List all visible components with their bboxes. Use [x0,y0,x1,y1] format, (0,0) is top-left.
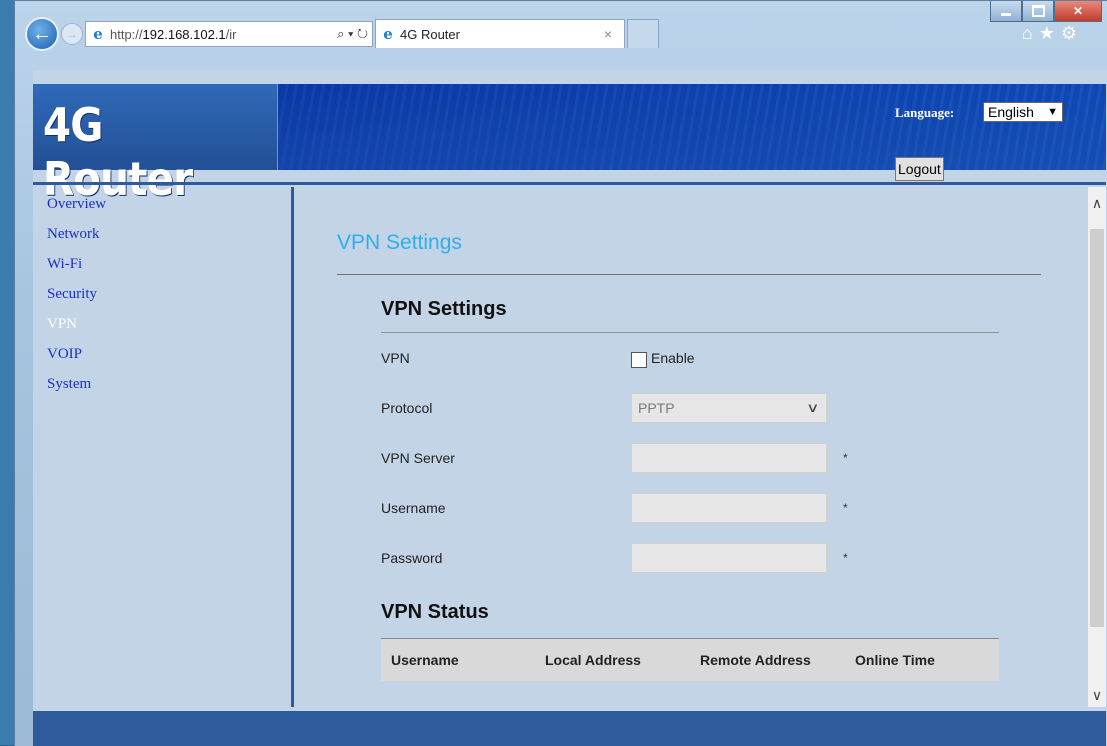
password-input[interactable] [631,543,827,573]
tab-close-icon[interactable]: × [604,26,612,42]
sidebar-item-wifi[interactable]: Wi-Fi [33,249,291,279]
address-tools-icon[interactable]: ⌕ ▾ ↻ [337,26,372,42]
back-arrow-icon: ← [32,22,52,45]
protocol-value: PPTP [638,400,675,416]
sidebar-item-overview[interactable]: Overview [33,189,291,219]
url-rest: /ir [225,26,237,42]
language-label: Language: [895,105,955,120]
logo-box: 4G Router [33,84,278,206]
page-content: 4G Router Language: English ▼ Logout Ove… [33,70,1107,746]
vpn-enable-checkbox[interactable] [631,352,647,368]
scroll-up-icon[interactable]: ∧ [1088,193,1106,213]
logout-button[interactable]: Logout [895,157,944,181]
col-online-time: Online Time [855,652,935,668]
forward-button[interactable]: → [61,23,83,45]
vpn-server-label: VPN Server [381,450,455,466]
main-panel: VPN Settings VPN Settings VPN Enable Pro… [297,187,1082,707]
vpn-server-input[interactable] [631,443,827,473]
section-divider [381,332,999,333]
title-divider [337,274,1041,275]
required-mark: * [843,451,848,465]
chevron-down-icon: ∨ [806,400,820,415]
enable-label: Enable [651,350,695,366]
home-favorites-settings-icons[interactable]: ⌂★⚙ [1022,23,1083,44]
url-prefix: http:// [110,26,143,42]
tab-title: 4G Router [400,26,460,42]
vpn-label: VPN [381,350,410,366]
sidebar-item-system[interactable]: System [33,369,291,399]
sidebar-item-security[interactable]: Security [33,279,291,309]
col-remote-address: Remote Address [700,652,811,668]
ie-page-icon: e [93,25,103,43]
username-input[interactable] [631,493,827,523]
vertical-scrollbar[interactable]: ∧ ∨ [1088,187,1106,707]
ie-tab-icon: e [383,25,393,43]
username-label: Username [381,500,446,516]
header-banner: 4G Router Language: English ▼ Logout [33,84,1106,206]
scrollbar-thumb[interactable] [1090,229,1104,627]
sidebar-item-vpn[interactable]: VPN [33,309,291,339]
address-url: http://192.168.102.1/ir [110,27,237,42]
password-label: Password [381,550,443,566]
page-title: VPN Settings [337,231,462,254]
tab-4g-router[interactable]: e 4G Router × [375,19,625,48]
status-title: VPN Status [381,601,489,623]
col-local-address: Local Address [545,652,641,668]
required-mark: * [843,501,848,515]
scroll-down-icon[interactable]: ∨ [1088,685,1106,705]
chevron-down-icon: ▼ [1047,106,1058,118]
language-select[interactable]: English ▼ [983,102,1063,122]
forward-arrow-icon: → [66,27,78,41]
address-bar[interactable]: e http://192.168.102.1/ir ⌕ ▾ ↻ [85,21,373,47]
protocol-select[interactable]: PPTP ∨ [631,393,827,423]
protocol-label: Protocol [381,400,433,416]
section-title: VPN Settings [381,298,507,320]
banner-divider [33,182,1106,185]
browser-window: ✕ ← → e http://192.168.102.1/ir ⌕ ▾ ↻ e … [14,0,1107,746]
page-footer [33,711,1106,746]
status-table-header: Username Local Address Remote Address On… [381,638,999,681]
new-tab-button[interactable] [627,19,659,48]
sidebar: Overview Network Wi-Fi Security VPN VOIP… [33,187,294,707]
browser-navbar: ← → e http://192.168.102.1/ir ⌕ ▾ ↻ e 4G… [19,15,1099,51]
sidebar-item-network[interactable]: Network [33,219,291,249]
language-value: English [988,104,1034,120]
url-host: 192.168.102.1 [142,26,226,42]
required-mark: * [843,551,848,565]
col-username: Username [391,652,459,668]
sidebar-item-voip[interactable]: VOIP [33,339,291,369]
back-button[interactable]: ← [25,17,59,51]
